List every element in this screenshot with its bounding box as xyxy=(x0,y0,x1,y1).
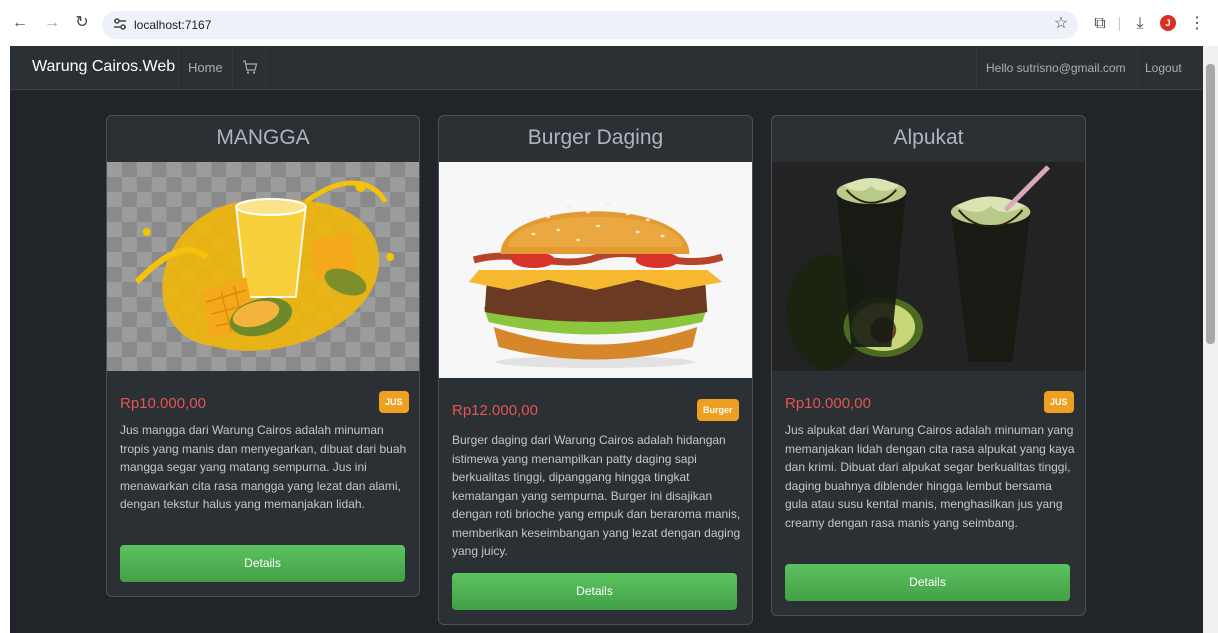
user-greeting[interactable]: Hello sutrisno@gmail.com xyxy=(986,61,1126,75)
navbar-divider xyxy=(1137,46,1138,90)
page-viewport: Warung Cairos.Web Home Hello sutrisno@gm… xyxy=(10,46,1203,633)
product-card: Alpukat Rp10.000,00 JUS Jus alpukat dari… xyxy=(771,115,1086,616)
product-title: MANGGA xyxy=(216,126,310,149)
extensions-icon[interactable]: ⧉ xyxy=(1089,13,1111,35)
logout-link[interactable]: Logout xyxy=(1145,61,1182,75)
navbar: Warung Cairos.Web Home Hello sutrisno@gm… xyxy=(10,46,1203,90)
navbar-divider xyxy=(265,46,266,90)
product-card: Burger Daging Rp12.000,00 Burger Burger … xyxy=(438,115,753,625)
category-badge: JUS xyxy=(379,391,409,413)
toolbar-divider xyxy=(1119,17,1120,31)
navbar-divider xyxy=(178,46,179,90)
product-title: Alpukat xyxy=(893,126,964,149)
category-badge: JUS xyxy=(1044,391,1074,413)
nav-home-link[interactable]: Home xyxy=(188,60,223,75)
navbar-divider xyxy=(232,46,233,90)
navbar-brand[interactable]: Warung Cairos.Web xyxy=(32,58,175,76)
page-scrollbar[interactable] xyxy=(1203,46,1218,633)
product-price: Rp10.000,00 xyxy=(785,395,871,412)
navbar-divider xyxy=(976,46,977,90)
download-icon[interactable]: ⤓ xyxy=(1129,13,1151,35)
window-edge xyxy=(0,46,10,633)
details-button[interactable]: Details xyxy=(452,573,737,610)
url-text: localhost:7167 xyxy=(134,18,212,32)
bookmark-star-icon[interactable]: ☆ xyxy=(1050,13,1072,35)
product-price: Rp10.000,00 xyxy=(120,395,206,412)
mango-juice-image xyxy=(107,162,419,371)
product-description: Jus alpukat dari Warung Cairos adalah mi… xyxy=(785,423,1075,530)
reload-icon[interactable]: ↻ xyxy=(72,12,92,34)
product-card: MANGGA Rp10.000,00 JUS Jus mangga dari W… xyxy=(106,115,420,597)
menu-dots-icon[interactable]: ⋮ xyxy=(1186,13,1208,35)
address-bar[interactable]: localhost:7167 xyxy=(102,11,1078,39)
burger-image xyxy=(439,162,752,378)
avocado-juice-image xyxy=(772,162,1085,371)
product-price: Rp12.000,00 xyxy=(452,402,538,419)
profile-avatar[interactable]: J xyxy=(1160,15,1176,31)
forward-arrow-icon[interactable]: → xyxy=(42,12,62,34)
product-description: Burger daging dari Warung Cairos adalah … xyxy=(452,433,741,558)
category-badge: Burger xyxy=(697,399,739,421)
site-settings-icon[interactable] xyxy=(112,16,128,32)
details-button[interactable]: Details xyxy=(785,564,1070,601)
browser-toolbar: ← → ↻ localhost:7167 ☆ ⧉ ⤓ J ⋮ xyxy=(0,0,1218,46)
cart-icon[interactable] xyxy=(242,59,258,75)
product-title: Burger Daging xyxy=(527,126,664,149)
product-description: Jus mangga dari Warung Cairos adalah min… xyxy=(120,423,407,511)
scrollbar-thumb[interactable] xyxy=(1206,64,1215,344)
back-arrow-icon[interactable]: ← xyxy=(10,12,30,34)
details-button[interactable]: Details xyxy=(120,545,405,582)
